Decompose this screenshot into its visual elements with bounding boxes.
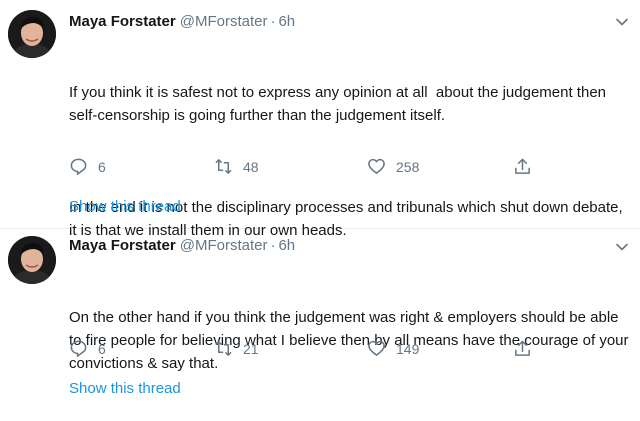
reply-button[interactable]: 6 — [69, 157, 106, 176]
tweet-actions: 6 48 258 — [69, 157, 539, 179]
author-handle[interactable]: @MForstater — [180, 13, 268, 30]
author-name[interactable]: Maya Forstater — [69, 13, 176, 30]
reply-button[interactable]: 6 — [69, 339, 106, 358]
timestamp[interactable]: 6h — [278, 13, 295, 30]
like-count: 258 — [396, 158, 420, 175]
chevron-down-icon[interactable] — [614, 14, 630, 30]
reply-count: 6 — [98, 340, 106, 357]
like-icon — [368, 340, 385, 356]
tweet-paragraph: If you think it is safest not to express… — [69, 84, 611, 124]
author-name[interactable]: Maya Forstater — [69, 237, 176, 254]
author-handle[interactable]: @MForstater — [180, 237, 268, 254]
retweet-icon — [215, 159, 232, 174]
retweet-button[interactable]: 48 — [214, 157, 259, 176]
like-button[interactable]: 149 — [367, 339, 419, 358]
like-button[interactable]: 258 — [367, 157, 419, 176]
retweet-count: 48 — [243, 158, 259, 175]
show-thread-link[interactable]: Show this thread — [69, 198, 181, 215]
share-button[interactable] — [513, 157, 532, 176]
share-icon — [515, 340, 530, 356]
tweet-actions: 6 21 149 — [69, 339, 539, 361]
tweet-header: Maya Forstater @MForstater · 6h — [69, 236, 295, 256]
like-count: 149 — [396, 340, 420, 357]
separator: · — [270, 13, 276, 30]
timestamp[interactable]: 6h — [278, 237, 295, 254]
avatar[interactable] — [8, 236, 56, 284]
show-thread-link[interactable]: Show this thread — [69, 380, 181, 397]
share-button[interactable] — [513, 339, 532, 358]
tweet-header: Maya Forstater @MForstater · 6h — [69, 12, 295, 32]
tweet[interactable]: Maya Forstater @MForstater · 6h On the othe… — [0, 229, 640, 411]
separator: · — [270, 237, 276, 254]
retweet-count: 21 — [243, 340, 259, 357]
reply-icon — [70, 340, 87, 357]
avatar[interactable] — [8, 10, 56, 58]
tweet[interactable]: Maya Forstater @MForstater · 6h If you thin… — [0, 0, 640, 239]
chevron-down-icon[interactable] — [614, 239, 630, 255]
like-icon — [368, 158, 385, 174]
retweet-button[interactable]: 21 — [214, 339, 259, 358]
reply-icon — [70, 158, 87, 175]
retweet-icon — [215, 341, 232, 356]
reply-count: 6 — [98, 158, 106, 175]
share-icon — [515, 158, 530, 174]
